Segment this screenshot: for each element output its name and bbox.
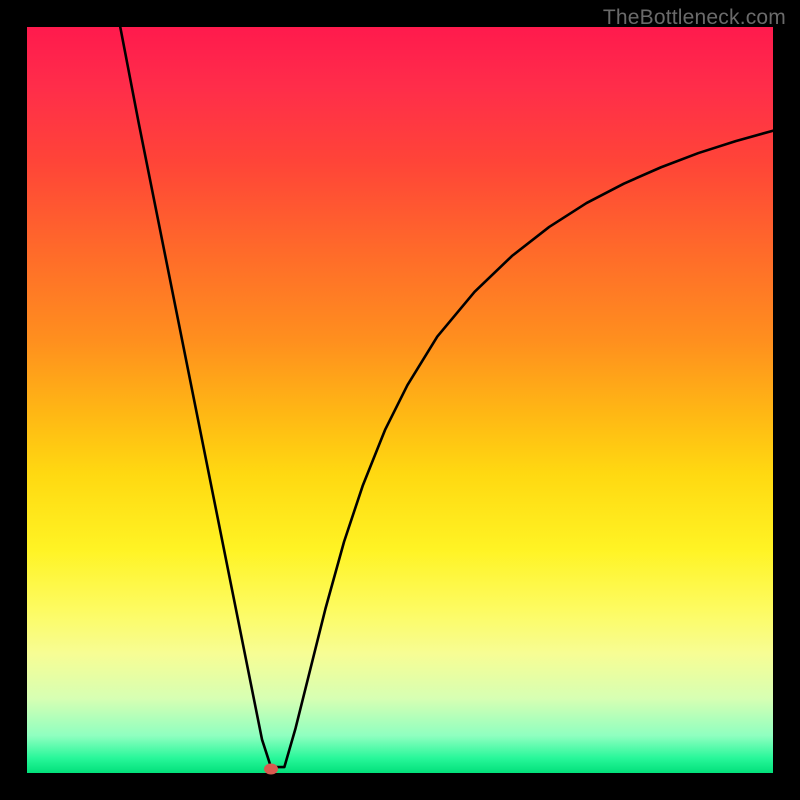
curve-svg [27,27,773,773]
minimum-marker [264,764,278,775]
plot-area [27,27,773,773]
chart-frame: TheBottleneck.com [0,0,800,800]
bottleneck-curve [120,27,773,767]
